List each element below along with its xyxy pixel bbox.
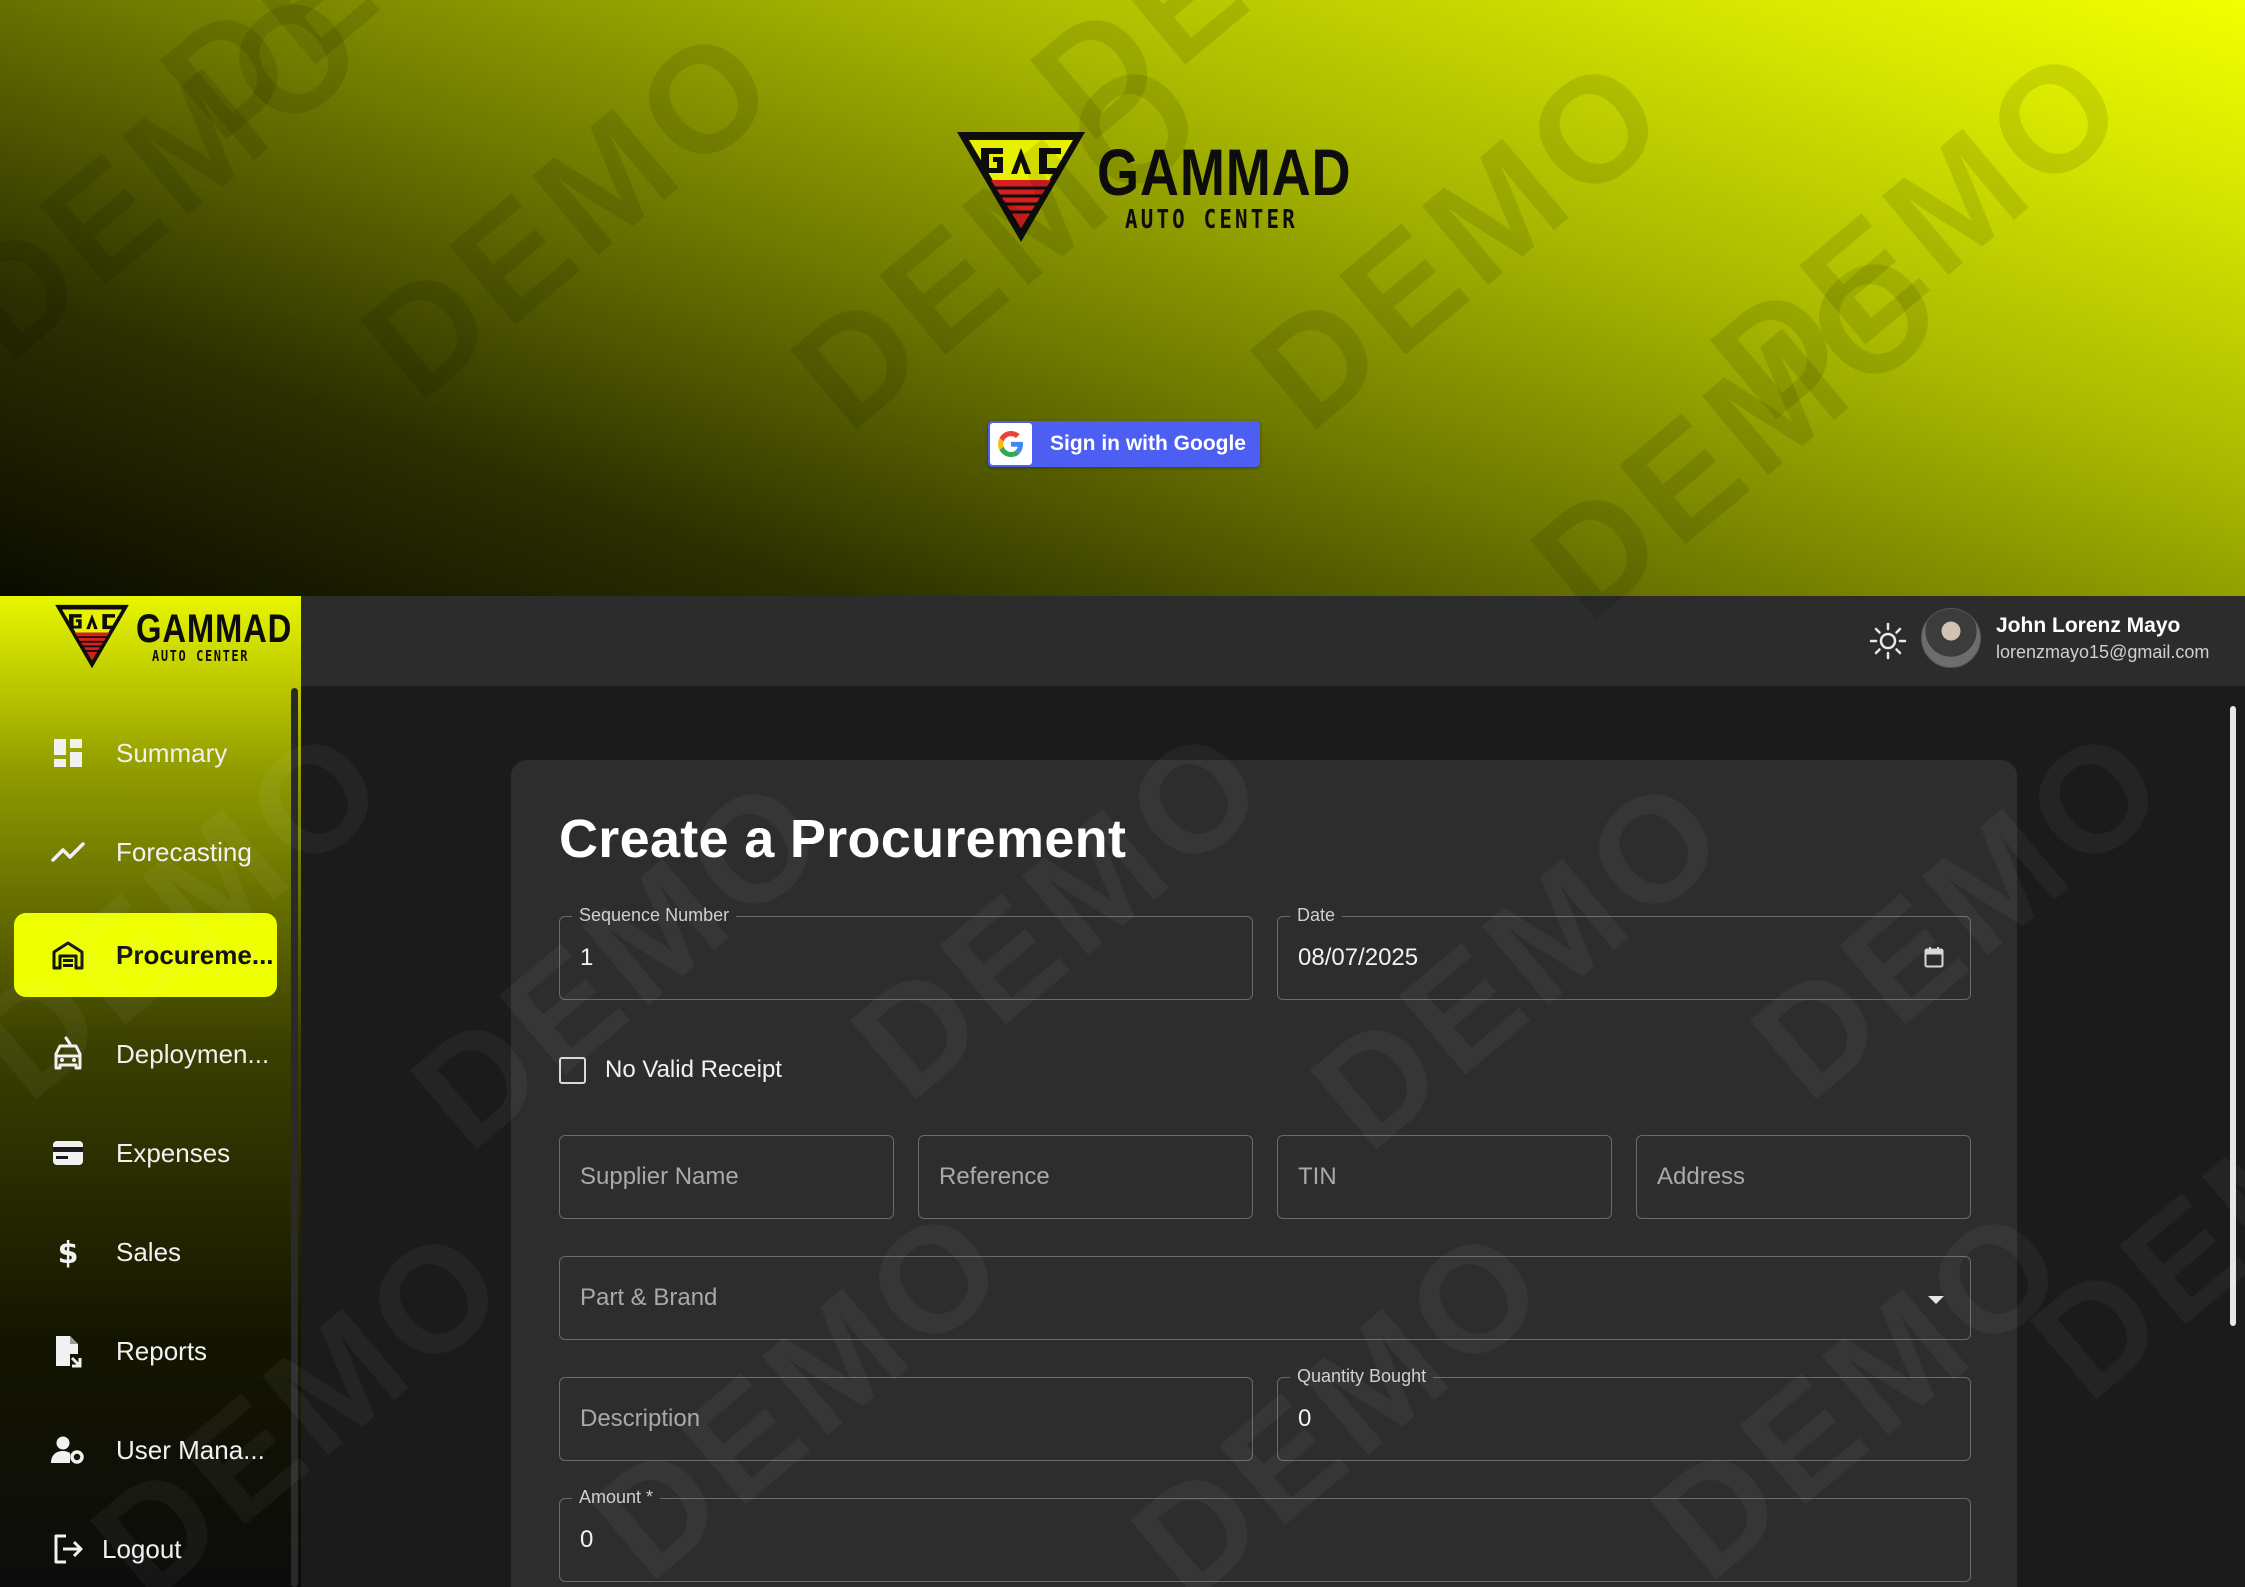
sidebar-item-label: Expenses: [116, 1137, 231, 1168]
sidebar-logo[interactable]: GAMMAD AUTO CENTER: [54, 602, 326, 670]
field-label: Quantity Bought: [1290, 1366, 1434, 1387]
date-field[interactable]: Date 08/07/2025: [1277, 905, 1971, 1000]
sidebar-item-summary[interactable]: Summary: [14, 711, 277, 795]
sidebar-item-label: Procureme...: [116, 939, 274, 970]
user-settings-icon: [48, 1435, 88, 1465]
field-placeholder: Address: [1657, 1163, 1746, 1190]
car-service-icon: [48, 1036, 88, 1072]
field-placeholder: Part & Brand: [580, 1284, 718, 1311]
sidebar-item-label: User Mana...: [116, 1434, 265, 1465]
part-brand-select[interactable]: Part & Brand: [559, 1256, 1971, 1340]
reference-input[interactable]: Reference: [918, 1135, 1253, 1219]
sidebar-item-label: Reports: [116, 1335, 208, 1366]
address-input[interactable]: Address: [1636, 1135, 1971, 1219]
field-value: 1: [580, 944, 594, 971]
brand-name: GAMMAD: [136, 606, 293, 651]
sidebar-item-user-management[interactable]: User Mana...: [14, 1408, 277, 1492]
no-valid-receipt-checkbox[interactable]: [559, 1056, 586, 1084]
store-icon: [48, 940, 88, 970]
procurement-app: GAMMAD AUTO CENTER Summary Forecasting P…: [0, 596, 2245, 1587]
quantity-bought-field[interactable]: Quantity Bought 0: [1277, 1366, 1971, 1461]
sidebar-item-deployment[interactable]: Deploymen...: [14, 1012, 277, 1096]
hero-wordmark: GAMMAD AUTO CENTER: [1097, 139, 1407, 233]
sidebar-item-sales[interactable]: $ Sales: [14, 1210, 277, 1294]
topbar: John Lorenz Mayo lorenzmayo15@gmail.com: [301, 596, 2245, 686]
gammad-emblem-icon: [55, 604, 129, 669]
user-email: lorenzmayo15@gmail.com: [1996, 642, 2210, 662]
field-label: Amount *: [572, 1487, 661, 1508]
field-placeholder: TIN: [1298, 1163, 1337, 1190]
page-title: Create a Procurement: [559, 809, 1127, 869]
brand-name: GAMMAD: [1097, 135, 1352, 209]
logout-label: Logout: [102, 1533, 182, 1564]
sidebar-item-procurement[interactable]: Procureme...: [14, 913, 277, 997]
sidebar-item-label: Summary: [116, 737, 228, 768]
sidebar: GAMMAD AUTO CENTER Summary Forecasting P…: [0, 596, 301, 1587]
procurement-form-card: Create a Procurement Sequence Number 1 D…: [511, 760, 2017, 1587]
field-placeholder: Description: [580, 1405, 701, 1432]
theme-toggle-sun-icon[interactable]: [1869, 622, 1907, 660]
wallet-icon: [48, 1140, 88, 1166]
logout-icon: [48, 1534, 88, 1564]
main-scrollbar[interactable]: [2228, 694, 2238, 1587]
google-sign-in-button[interactable]: Sign in with Google: [988, 421, 1260, 467]
amount-field[interactable]: Amount * 0: [559, 1487, 1971, 1582]
login-hero: GAMMAD AUTO CENTER Sign in with Google: [0, 0, 2245, 596]
sidebar-item-label: Sales: [116, 1236, 182, 1267]
field-placeholder: Supplier Name: [580, 1163, 739, 1190]
google-icon: [990, 423, 1032, 465]
field-value: 0: [1298, 1405, 1312, 1432]
no-valid-receipt-row[interactable]: No Valid Receipt: [559, 1056, 782, 1084]
sidebar-item-label: Forecasting: [116, 836, 252, 867]
sequence-number-field[interactable]: Sequence Number 1: [559, 905, 1253, 1000]
hero-logo: GAMMAD AUTO CENTER: [955, 128, 1407, 244]
google-sign-in-label: Sign in with Google: [1050, 432, 1246, 455]
scrollbar-thumb[interactable]: [2230, 706, 2236, 1326]
field-placeholder: Reference: [939, 1163, 1050, 1190]
report-document-icon: [48, 1334, 88, 1368]
app-root: GAMMAD AUTO CENTER Sign in with Google G…: [0, 0, 2245, 1587]
gammad-emblem-icon: [957, 132, 1085, 242]
chevron-down-icon[interactable]: [1928, 1296, 1944, 1304]
dashboard-icon: [48, 738, 88, 768]
dollar-icon: $: [48, 1235, 88, 1269]
user-name: John Lorenz Mayo: [1996, 614, 2181, 637]
trend-line-icon: [48, 840, 88, 864]
brand-subtitle: AUTO CENTER: [152, 646, 250, 665]
description-input[interactable]: Description: [559, 1377, 1253, 1461]
field-value: 0: [580, 1526, 594, 1553]
sidebar-wordmark: GAMMAD AUTO CENTER: [136, 609, 326, 664]
svg-text:$: $: [58, 1236, 79, 1269]
logout-button[interactable]: Logout: [14, 1507, 277, 1587]
avatar[interactable]: [1921, 608, 1981, 668]
no-valid-receipt-label: No Valid Receipt: [605, 1056, 782, 1083]
field-label: Date: [1290, 905, 1343, 926]
sidebar-item-expenses[interactable]: Expenses: [14, 1111, 277, 1195]
field-value: 08/07/2025: [1298, 944, 1419, 971]
brand-subtitle: AUTO CENTER: [1125, 205, 1298, 235]
sidebar-item-forecasting[interactable]: Forecasting: [14, 810, 277, 894]
supplier-name-input[interactable]: Supplier Name: [559, 1135, 894, 1219]
tin-input[interactable]: TIN: [1277, 1135, 1612, 1219]
field-label: Sequence Number: [572, 905, 737, 926]
sidebar-item-reports[interactable]: Reports: [14, 1309, 277, 1393]
sidebar-item-label: Deploymen...: [116, 1038, 270, 1069]
calendar-icon[interactable]: [1924, 946, 1944, 968]
sidebar-scrollbar[interactable]: [291, 688, 298, 1587]
